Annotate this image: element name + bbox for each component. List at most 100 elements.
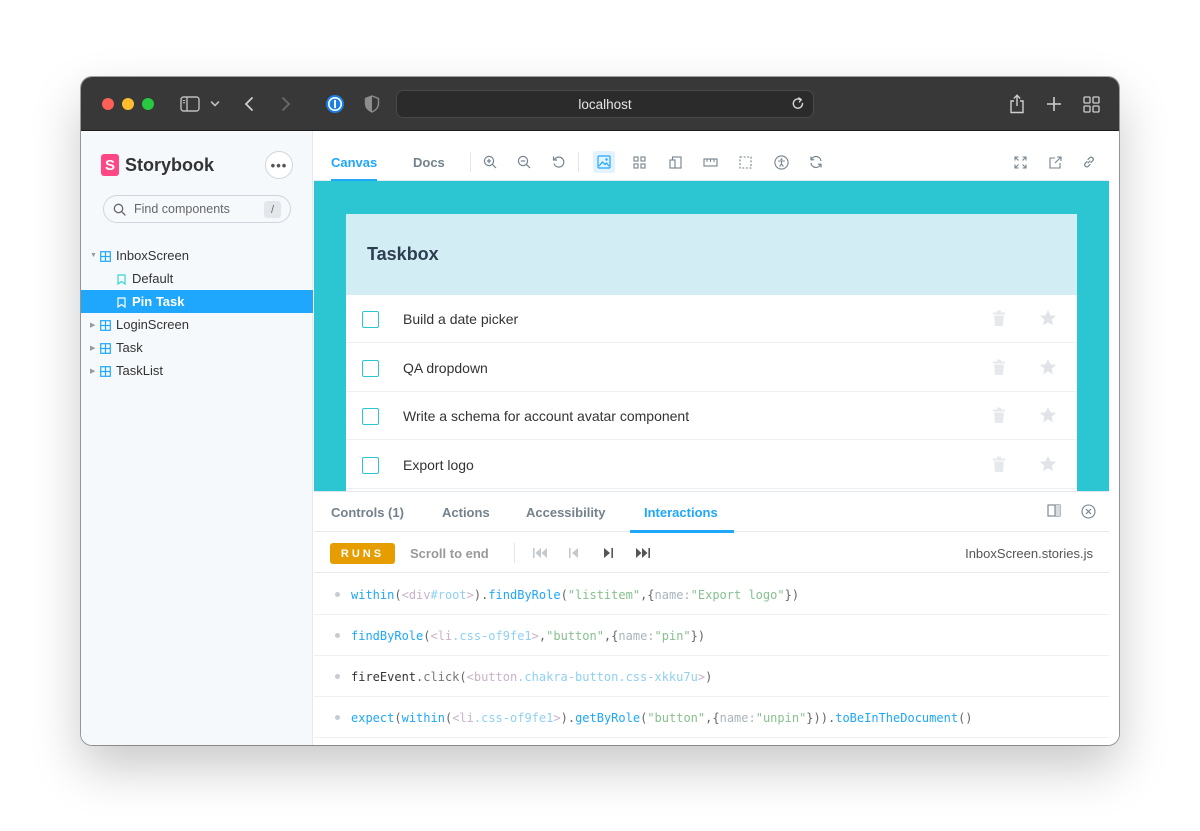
sidebar-item-default[interactable]: Default	[81, 267, 313, 290]
tab-actions[interactable]: Actions	[442, 492, 490, 532]
sidebar-item-pin-task[interactable]: Pin Task	[81, 290, 313, 313]
go-to-end-icon[interactable]	[635, 546, 651, 564]
taskbox-header: Taskbox	[346, 214, 1077, 295]
measure-icon[interactable]	[699, 151, 721, 173]
interaction-log-row[interactable]: fireEvent. click(<button .chakra-button.cs…	[314, 656, 1109, 697]
task-title[interactable]: Build a date picker	[403, 295, 518, 343]
privacy-shield-icon[interactable]	[362, 93, 382, 115]
taskbox: Taskbox Build a date picker QA dropdown	[346, 214, 1077, 491]
step-back-icon[interactable]	[568, 546, 580, 564]
more-options-button[interactable]: •••	[265, 151, 293, 179]
tab-docs[interactable]: Docs	[413, 143, 445, 181]
search-input[interactable]: Find components /	[103, 195, 291, 223]
go-to-start-icon[interactable]	[532, 546, 548, 564]
fullscreen-icon[interactable]	[1009, 151, 1031, 173]
panel-orientation-icon[interactable]	[1047, 504, 1061, 522]
tab-controls[interactable]: Controls (1)	[331, 492, 404, 532]
outline-icon[interactable]	[734, 151, 756, 173]
share-icon[interactable]	[1007, 93, 1027, 115]
sidebar-item-label: TaskList	[116, 363, 163, 378]
close-window-button[interactable]	[102, 98, 114, 110]
brand-name: Storybook	[125, 154, 215, 175]
taskbox-title: Taskbox	[367, 244, 439, 264]
star-icon[interactable]	[1039, 309, 1057, 332]
task-checkbox[interactable]	[362, 457, 379, 474]
minimize-window-button[interactable]	[122, 98, 134, 110]
status-dot	[335, 592, 340, 597]
zoom-window-button[interactable]	[142, 98, 154, 110]
sidebar-item-loginscreen[interactable]: ▶ LoginScreen	[81, 313, 313, 336]
log-text: within(<div #root >). findByRole("listitem"…	[351, 587, 800, 602]
bookmark-icon	[117, 273, 126, 288]
status-badge: RUNS	[330, 543, 395, 564]
password-manager-icon[interactable]	[324, 93, 346, 115]
sidebar: S Storybook ••• Find components / ▼ Inbo…	[81, 131, 313, 745]
search-shortcut-key: /	[264, 201, 281, 218]
sidebar-item-task[interactable]: ▶ Task	[81, 336, 313, 359]
preview-toolbar: Canvas Docs	[314, 143, 1109, 182]
interaction-log-row[interactable]: findByRole(<li .css-of9fe1 >, "button", { …	[314, 615, 1109, 656]
task-title[interactable]: Write a schema for account avatar compon…	[403, 392, 689, 440]
task-title[interactable]: QA dropdown	[403, 344, 488, 392]
interaction-log-row[interactable]: within(<div #root >). findByRole("listitem"…	[314, 574, 1109, 615]
chevron-down-icon[interactable]	[209, 93, 221, 115]
background-image-icon[interactable]	[593, 151, 615, 173]
scroll-to-end-button[interactable]: Scroll to end	[410, 533, 489, 573]
task-checkbox[interactable]	[362, 311, 379, 328]
step-forward-icon[interactable]	[602, 546, 614, 564]
sidebar-item-inboxscreen[interactable]: ▼ InboxScreen	[81, 244, 313, 267]
sidebar-item-tasklist[interactable]: ▶ TaskList	[81, 359, 313, 382]
trash-icon[interactable]	[992, 310, 1006, 332]
task-checkbox[interactable]	[362, 360, 379, 377]
tab-interactions[interactable]: Interactions	[630, 492, 734, 533]
grid-icon[interactable]	[628, 151, 650, 173]
collapsed-arrow-icon: ▶	[90, 344, 96, 352]
interaction-log-row[interactable]: expect(within(<li .css-of9fe1 >). getByRole…	[314, 697, 1109, 738]
accessibility-icon[interactable]	[770, 151, 792, 173]
component-icon	[100, 250, 111, 265]
viewport-icon[interactable]	[664, 151, 686, 173]
toolbar-divider	[514, 543, 515, 563]
storybook-brand[interactable]: S Storybook	[101, 153, 214, 177]
sidebar-item-label: Pin Task	[132, 294, 185, 309]
zoom-out-icon[interactable]	[513, 151, 535, 173]
task-row: QA dropdown	[346, 344, 1077, 392]
star-icon[interactable]	[1039, 406, 1057, 429]
status-dot	[335, 674, 340, 679]
expanded-arrow-icon: ▼	[90, 252, 97, 259]
reload-icon[interactable]	[791, 97, 805, 116]
zoom-in-icon[interactable]	[479, 151, 501, 173]
trash-icon[interactable]	[992, 359, 1006, 381]
tab-canvas[interactable]: Canvas	[331, 143, 378, 182]
task-title[interactable]: Export logo	[403, 441, 474, 489]
trash-icon[interactable]	[992, 456, 1006, 478]
star-icon[interactable]	[1039, 455, 1057, 478]
zoom-reset-icon[interactable]	[548, 151, 570, 173]
tab-accessibility[interactable]: Accessibility	[526, 492, 606, 532]
component-icon	[100, 365, 111, 380]
copy-link-icon[interactable]	[1078, 151, 1100, 173]
remount-icon[interactable]	[805, 151, 827, 173]
address-text: localhost	[578, 96, 632, 112]
back-icon[interactable]	[241, 93, 257, 115]
status-dot	[335, 715, 340, 720]
trash-icon[interactable]	[992, 407, 1006, 429]
log-text: expect(within(<li .css-of9fe1 >). getByRole…	[351, 710, 973, 725]
sidebar-item-label: LoginScreen	[116, 317, 189, 332]
tab-overview-icon[interactable]	[1081, 93, 1101, 115]
open-new-tab-icon[interactable]	[1044, 151, 1066, 173]
close-panel-icon[interactable]	[1081, 504, 1096, 524]
sidebar-item-label: Task	[116, 340, 143, 355]
address-bar[interactable]: localhost	[396, 90, 814, 118]
collapsed-arrow-icon: ▶	[90, 367, 96, 375]
component-icon	[100, 319, 111, 334]
forward-icon[interactable]	[278, 93, 294, 115]
task-checkbox[interactable]	[362, 408, 379, 425]
task-row: Write a schema for account avatar compon…	[346, 392, 1077, 440]
star-icon[interactable]	[1039, 358, 1057, 381]
new-tab-icon[interactable]	[1044, 93, 1064, 115]
story-tree: ▼ InboxScreen Default Pin Task ▶ LoginSc…	[81, 244, 313, 382]
toolbar-divider	[578, 152, 579, 172]
storybook-logo-icon: S	[101, 154, 119, 176]
sidebar-toggle-icon[interactable]	[179, 93, 201, 115]
